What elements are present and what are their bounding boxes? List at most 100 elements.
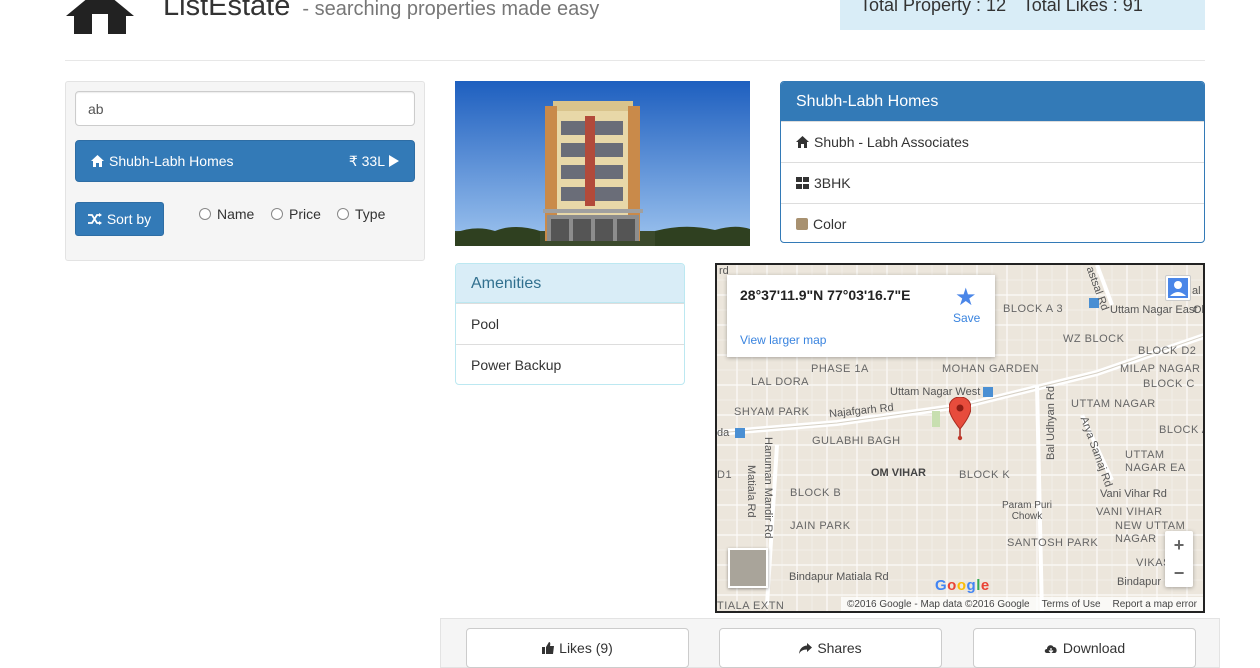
map-label: JAIN PARK	[790, 520, 851, 532]
total-property: Total Property : 12	[860, 0, 1007, 15]
map-label: BLOCK B	[790, 487, 842, 499]
property-title: Shubh-Labh Homes	[781, 82, 1204, 121]
map-label: GULABHI BAGH	[812, 435, 901, 447]
home-logo-icon	[66, 0, 134, 34]
sort-option-label: Type	[355, 206, 386, 222]
map-label: SANTOSH PARK	[1007, 537, 1099, 549]
sort-label: Sort by	[106, 211, 152, 227]
zoom-control: + −	[1165, 531, 1193, 587]
cloud-download-icon	[1044, 644, 1057, 653]
map-info-card: 28°37'11.9"N 77°03'16.7"E View larger ma…	[727, 275, 995, 357]
play-icon	[389, 155, 399, 167]
map-label: BLOCK A 3	[1003, 303, 1064, 315]
app-tagline: - searching properties made easy	[302, 0, 600, 20]
person-icon	[1168, 278, 1188, 298]
download-label: Download	[1062, 640, 1126, 656]
color-swatch	[796, 218, 808, 230]
amenities-heading: Amenities	[456, 264, 684, 303]
map-label: BLOCK K	[959, 469, 1011, 481]
radio-icon[interactable]	[199, 208, 211, 220]
map-label: Uttam Nagar East	[1110, 304, 1198, 316]
home-icon	[91, 155, 104, 167]
map-label: UTTAM NAGAR EA	[1125, 449, 1186, 474]
th-large-icon	[796, 177, 809, 189]
map-label: da	[717, 427, 730, 439]
shares-label: Shares	[817, 640, 862, 656]
map-pin-icon[interactable]	[949, 397, 971, 443]
result-price: ₹ 33L	[348, 152, 385, 169]
sort-option-name[interactable]: Name	[199, 206, 254, 222]
amenity-item: Power Backup	[456, 344, 684, 384]
map-label: Vani Vihar Rd	[1100, 488, 1167, 500]
radio-icon[interactable]	[337, 208, 349, 220]
sort-option-label: Price	[289, 206, 321, 222]
map-label: Matiala Rd	[745, 465, 757, 518]
map-copyright: ©2016 Google - Map data ©2016 Google	[846, 598, 1030, 610]
map-label: WZ BLOCK	[1063, 333, 1125, 345]
map-label: OM VIHAR	[871, 467, 926, 479]
sort-button[interactable]: Sort by	[75, 202, 164, 236]
sort-option-type[interactable]: Type	[337, 206, 385, 222]
property-info-panel: Shubh-Labh Homes Shubh - Labh Associates…	[780, 81, 1205, 243]
zoom-in-icon[interactable]: +	[1165, 531, 1193, 559]
report-map-error-link[interactable]: Report a map error	[1113, 599, 1197, 610]
color-row: Color	[781, 203, 1204, 242]
map-label: D1	[717, 469, 733, 481]
app-title: ListEstate - searching properties made e…	[163, 0, 599, 23]
map-label: Param Puri Chowk	[1001, 500, 1052, 522]
builder-row: Shubh - Labh Associates	[781, 121, 1204, 162]
map-label: Hanuman Mandir Rd	[762, 437, 774, 539]
map-embed[interactable]: BLOCK A 3 Uttam Nagar East WZ BLOCK BLOC…	[715, 263, 1205, 613]
builder-name: Shubh - Labh Associates	[814, 134, 969, 150]
property-image	[455, 81, 750, 246]
map-label: MILAP NAGAR	[1120, 363, 1201, 375]
sort-option-price[interactable]: Price	[271, 206, 321, 222]
color-label: Color	[813, 216, 847, 232]
map-label: Bindapur Matiala Rd	[789, 571, 889, 583]
satellite-toggle[interactable]	[728, 548, 768, 588]
sort-option-label: Name	[217, 206, 255, 222]
stats-box: Total Property : 12 Total Likes : 91	[840, 0, 1205, 30]
amenities-panel: Amenities Pool Power Backup	[455, 263, 685, 385]
radio-icon[interactable]	[271, 208, 283, 220]
shares-button[interactable]: Shares	[719, 628, 942, 668]
map-label: Bal Udhyan Rd	[1045, 386, 1057, 460]
home-icon	[796, 136, 809, 148]
search-sidebar: Shubh-Labh Homes ₹ 33L Sort by Name Pric…	[65, 81, 425, 261]
search-input[interactable]	[75, 91, 415, 126]
actions-bar: Likes (9) Shares Download	[440, 618, 1220, 668]
header-divider	[65, 60, 1205, 61]
map-label: Ol	[1193, 304, 1204, 316]
likes-button[interactable]: Likes (9)	[466, 628, 689, 668]
zoom-out-icon[interactable]: −	[1165, 559, 1193, 587]
view-larger-map-link[interactable]: View larger map	[740, 333, 826, 347]
share-icon	[799, 642, 813, 654]
map-label: BLOCK D2	[1138, 345, 1197, 357]
map-label: PHASE 1A	[811, 363, 869, 375]
save-link[interactable]: Save	[953, 311, 980, 325]
map-label: BLOCK A	[1159, 424, 1205, 436]
map-label: VANI VIHAR	[1096, 506, 1163, 518]
pegman-icon[interactable]	[1165, 275, 1191, 301]
map-coordinates: 28°37'11.9"N 77°03'16.7"E	[740, 287, 911, 303]
terms-link[interactable]: Terms of Use	[1042, 599, 1101, 610]
download-button[interactable]: Download	[973, 628, 1196, 668]
property-type: 3BHK	[814, 175, 851, 191]
map-label: al	[1192, 285, 1201, 297]
star-icon[interactable]: ★	[955, 283, 977, 312]
type-row: 3BHK	[781, 162, 1204, 203]
google-logo: Google	[935, 577, 990, 594]
result-name: Shubh-Labh Homes	[109, 153, 234, 169]
app-name: ListEstate	[163, 0, 291, 22]
map-label: TIALA EXTN	[717, 600, 785, 612]
total-likes: Total Likes : 91	[1022, 0, 1143, 15]
map-label: MOHAN GARDEN	[942, 363, 1040, 375]
thumbs-up-icon	[542, 642, 555, 654]
likes-label: Likes (9)	[559, 640, 613, 656]
amenity-item: Pool	[456, 303, 684, 344]
map-footer: ©2016 Google - Map data ©2016 Google Ter…	[840, 597, 1203, 611]
map-label: SHYAM PARK	[734, 406, 810, 418]
map-label: UTTAM NAGAR	[1071, 398, 1156, 410]
shuffle-icon	[87, 213, 102, 225]
search-result-button[interactable]: Shubh-Labh Homes ₹ 33L	[75, 140, 415, 182]
